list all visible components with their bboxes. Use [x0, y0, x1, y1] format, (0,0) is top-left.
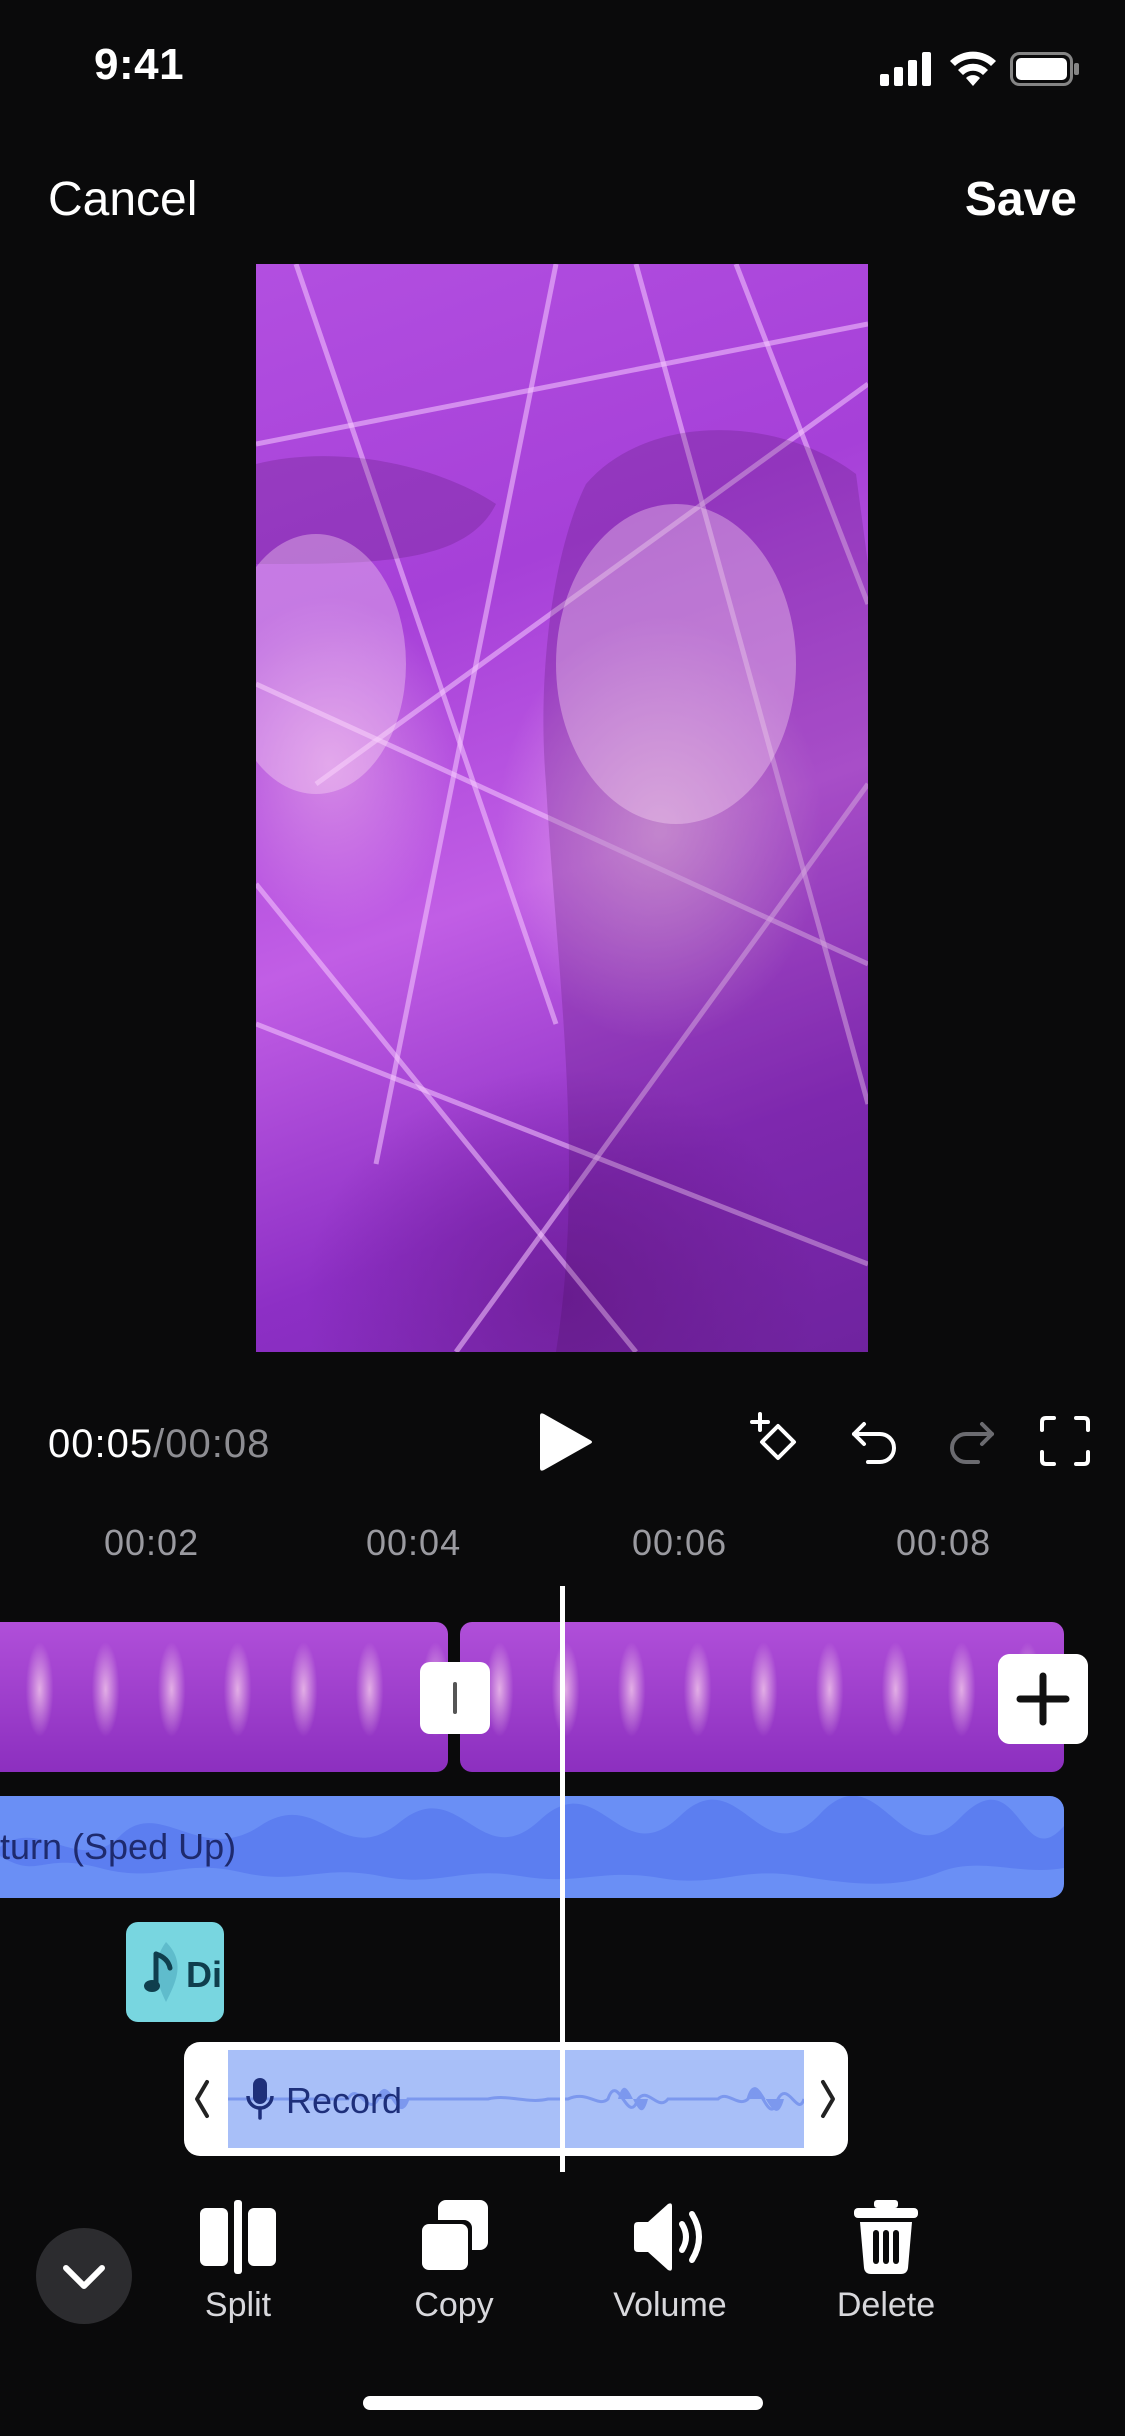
timecode: 00:05/00:08 [48, 1422, 270, 1467]
microphone-icon [246, 2078, 274, 2120]
playhead[interactable] [560, 1586, 565, 2172]
copy-icon[interactable] [414, 2200, 494, 2274]
save-button[interactable]: Save [965, 172, 1077, 227]
sound-effect-title: Di [186, 1954, 222, 1995]
total-time: 00:08 [165, 1422, 271, 1466]
current-time: 00:05 [48, 1422, 154, 1466]
split-button-label[interactable]: Split [138, 2286, 338, 2325]
ruler-tick: 00:06 [632, 1522, 728, 1563]
ruler-tick: 00:08 [896, 1522, 992, 1563]
time-separator: / [153, 1422, 166, 1466]
redo-icon[interactable] [942, 1412, 1000, 1470]
video-clip[interactable] [0, 1622, 448, 1772]
status-time: 9:41 [94, 40, 185, 89]
add-clip-button[interactable] [998, 1654, 1088, 1744]
battery-icon [1010, 52, 1079, 86]
fullscreen-icon[interactable] [1036, 1412, 1094, 1470]
ruler-tick: 00:02 [104, 1522, 200, 1563]
transition-button[interactable] [420, 1662, 490, 1734]
split-icon[interactable] [198, 2200, 278, 2274]
trim-right-handle-icon[interactable] [818, 2078, 838, 2120]
chevron-down-icon [63, 2265, 105, 2289]
recording-title: Record [286, 2080, 403, 2121]
trim-left-handle-icon[interactable] [192, 2078, 212, 2120]
play-icon[interactable] [536, 1410, 596, 1474]
cellular-signal-icon [880, 52, 931, 86]
ruler-tick: 00:04 [366, 1522, 462, 1563]
collapse-button[interactable] [36, 2228, 132, 2324]
volume-button-label[interactable]: Volume [570, 2286, 770, 2325]
copy-button-label[interactable]: Copy [354, 2286, 554, 2325]
trash-icon[interactable] [846, 2200, 926, 2274]
add-keyframe-icon[interactable] [748, 1412, 806, 1470]
cancel-button[interactable]: Cancel [48, 172, 197, 227]
volume-icon[interactable] [630, 2200, 710, 2274]
delete-button-label[interactable]: Delete [786, 2286, 986, 2325]
undo-icon[interactable] [846, 1412, 904, 1470]
music-note-icon [144, 1951, 173, 1992]
laser-light-overlay [256, 264, 868, 1352]
video-clip[interactable] [460, 1622, 1064, 1772]
home-indicator[interactable] [363, 2396, 763, 2410]
music-track-title: turn (Sped Up) [0, 1826, 237, 1867]
video-preview[interactable] [256, 264, 868, 1352]
wifi-icon [950, 51, 996, 86]
